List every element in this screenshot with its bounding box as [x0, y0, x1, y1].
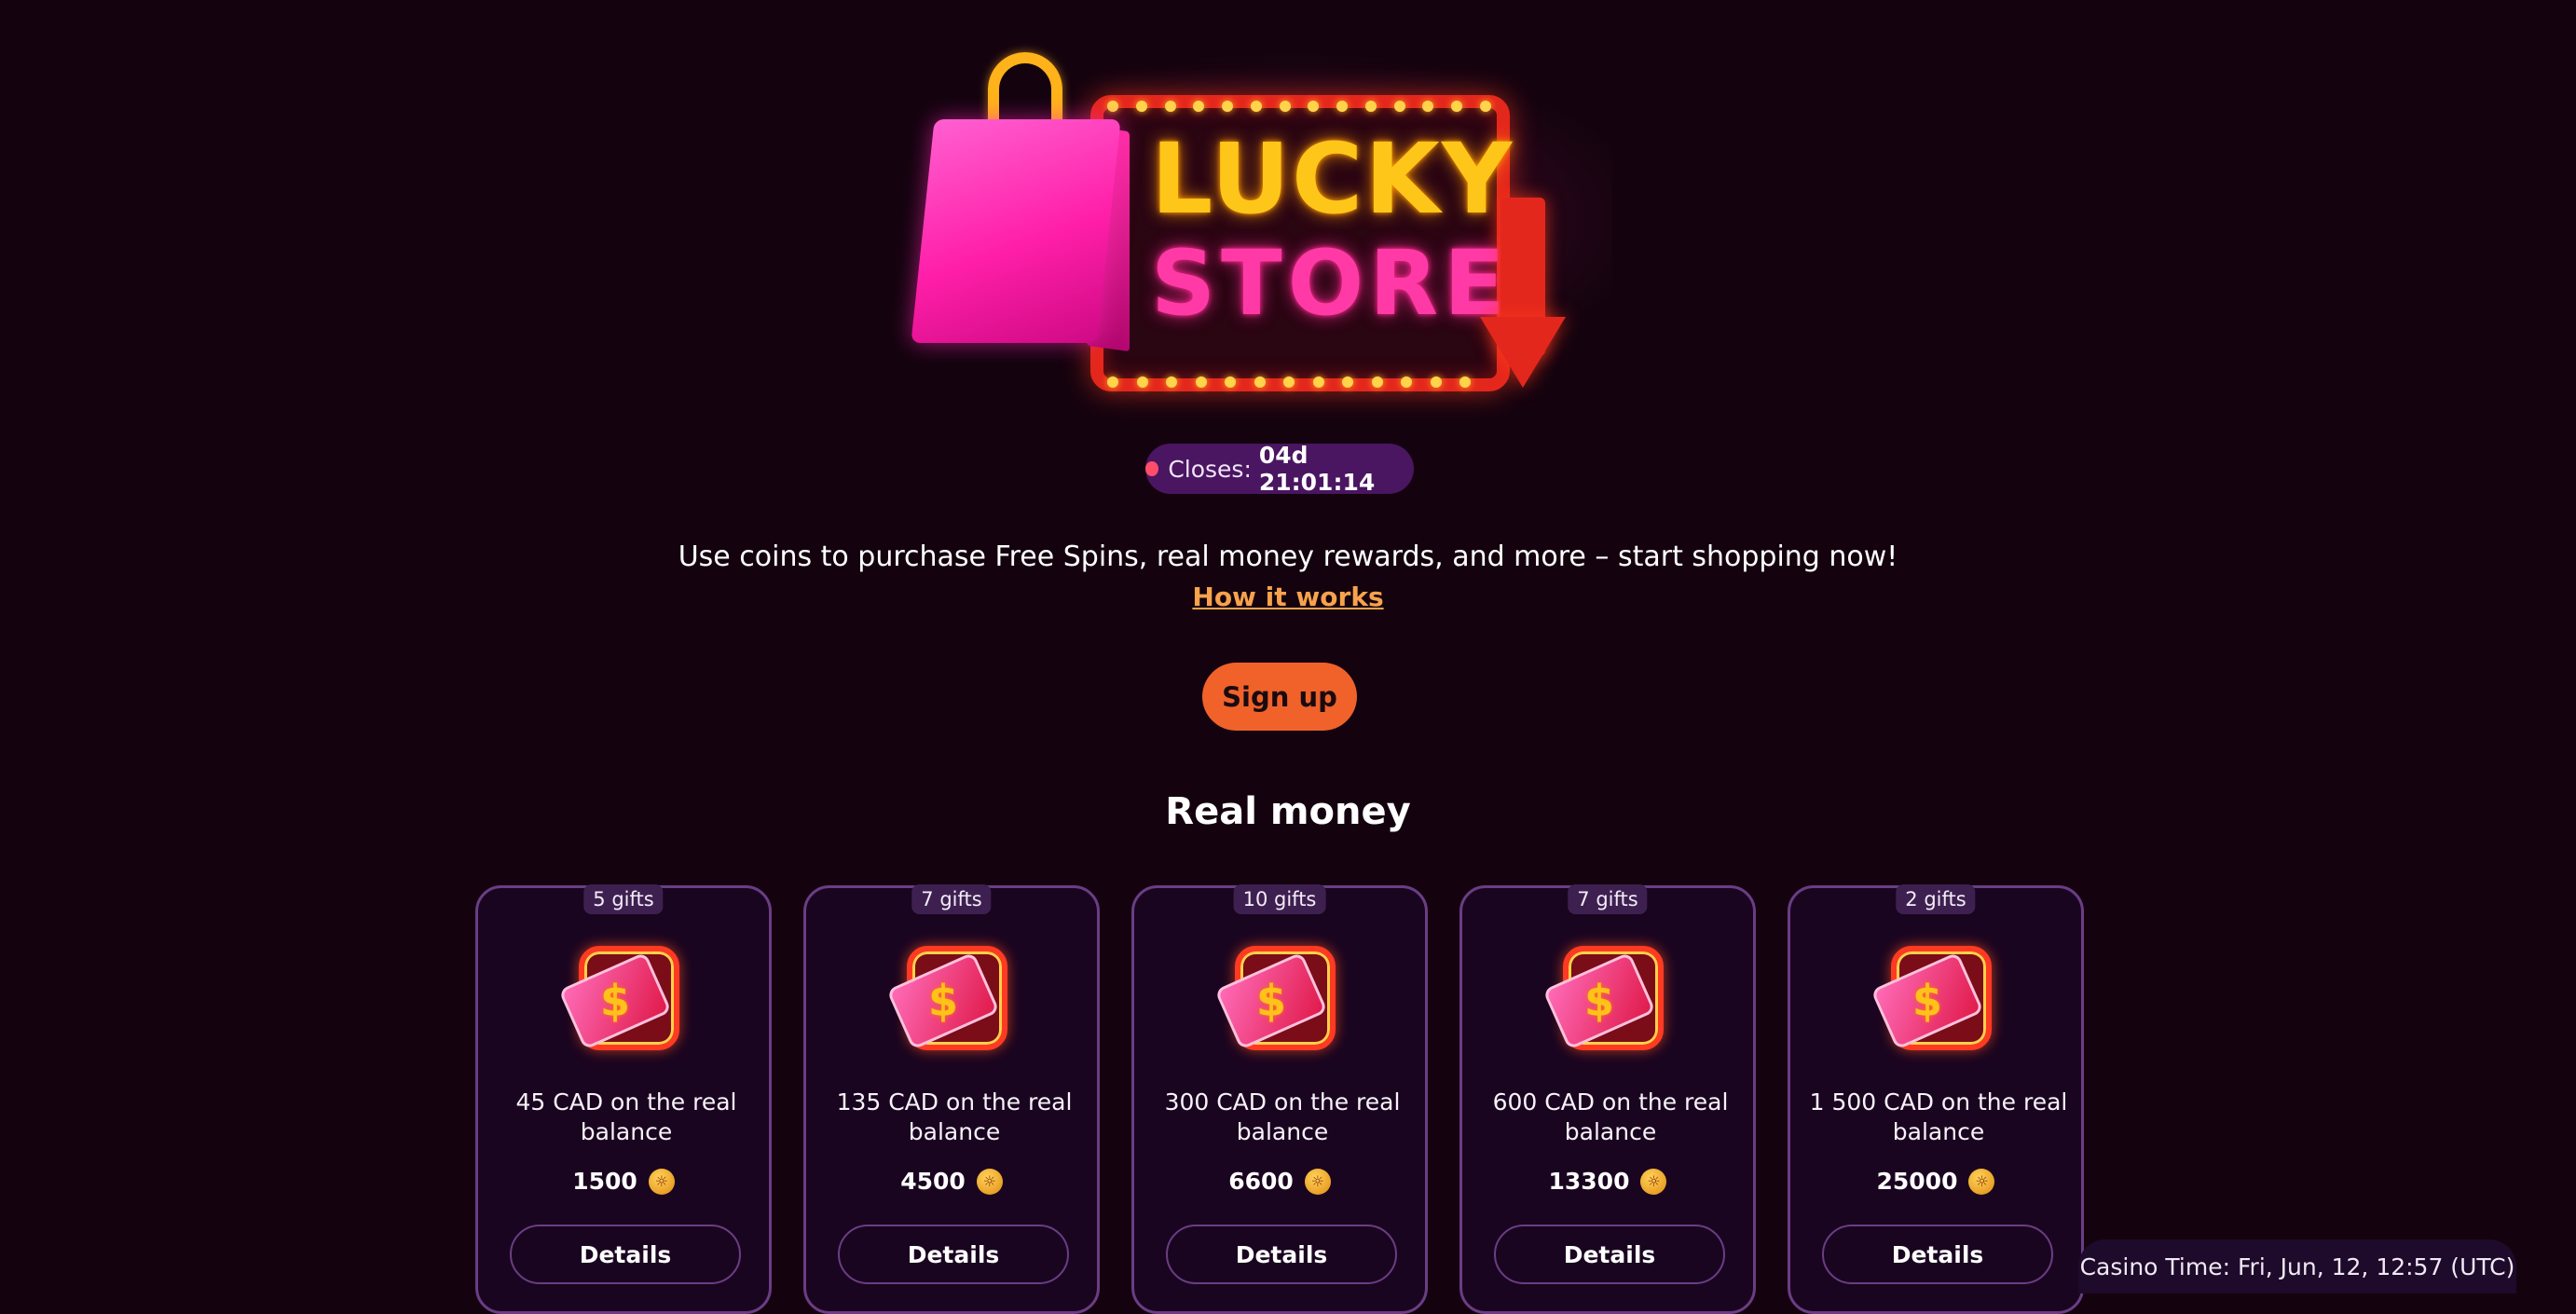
price-value: 25000 — [1876, 1168, 1958, 1195]
reward-price: 6600 ☼ — [1134, 1168, 1425, 1195]
price-value: 13300 — [1548, 1168, 1630, 1195]
how-it-works-link[interactable]: How it works — [1192, 582, 1383, 612]
coin-icon: ☼ — [1640, 1168, 1667, 1195]
section-title-real-money: Real money — [1165, 790, 1411, 833]
details-button[interactable]: Details — [510, 1225, 741, 1284]
reward-title: 1 500 CAD on the real balance — [1809, 1088, 2068, 1145]
gifts-badge: 5 gifts — [583, 884, 664, 914]
reward-price: 1500 ☼ — [478, 1168, 769, 1195]
coin-icon: ☼ — [648, 1168, 675, 1195]
money-card-icon: $ — [886, 942, 1015, 1058]
lucky-store-logo: LUCKY STORE — [904, 37, 1612, 401]
details-button[interactable]: Details — [1494, 1225, 1725, 1284]
reward-card: 2 gifts $ 1 500 CAD on the real balance … — [1788, 884, 2084, 1314]
status-dot-icon — [1145, 461, 1159, 476]
closes-time: 04d 21:01:14 — [1258, 442, 1376, 496]
reward-card: 10 gifts $ 300 CAD on the real balance 6… — [1131, 884, 1428, 1314]
reward-card: 7 gifts $ 135 CAD on the real balance 45… — [803, 884, 1100, 1314]
logo-text-lucky: LUCKY — [1151, 122, 1514, 236]
reward-price: 25000 ☼ — [1790, 1168, 2081, 1195]
marquee-lights-top — [1107, 101, 1491, 112]
reward-title: 45 CAD on the real balance — [515, 1088, 737, 1145]
coin-icon: ☼ — [976, 1168, 1003, 1195]
real-money-cards: 5 gifts $ 45 CAD on the real balance 150… — [475, 884, 2086, 1314]
price-value: 1500 — [572, 1168, 637, 1195]
gifts-badge: 7 gifts — [1568, 884, 1648, 914]
gifts-badge: 7 gifts — [911, 884, 992, 914]
gifts-badge: 10 gifts — [1233, 884, 1326, 914]
sign-up-button[interactable]: Sign up — [1202, 663, 1357, 731]
price-value: 4500 — [900, 1168, 966, 1195]
money-card-icon: $ — [1870, 942, 1999, 1058]
marquee-lights-bottom — [1107, 376, 1471, 388]
coin-icon: ☼ — [1304, 1168, 1331, 1195]
details-button[interactable]: Details — [1166, 1225, 1397, 1284]
store-description: Use coins to purchase Free Spins, real m… — [678, 541, 1898, 573]
money-card-icon: $ — [558, 942, 687, 1058]
reward-title: 300 CAD on the real balance — [1164, 1088, 1401, 1145]
reward-title: 135 CAD on the real balance — [836, 1088, 1073, 1145]
price-value: 6600 — [1228, 1168, 1294, 1195]
closes-label: Closes: — [1168, 455, 1252, 483]
how-it-works-container: How it works — [0, 582, 2576, 612]
gifts-badge: 2 gifts — [1896, 884, 1976, 914]
logo-text-store: STORE — [1151, 231, 1511, 335]
reward-card: 7 gifts $ 600 CAD on the real balance 13… — [1459, 884, 1756, 1314]
reward-price: 13300 ☼ — [1462, 1168, 1753, 1195]
reward-title: 600 CAD on the real balance — [1492, 1088, 1729, 1145]
logo-text: LUCKY STORE — [1151, 122, 1514, 335]
shopping-bag-icon — [911, 119, 1121, 343]
closes-countdown-pill: Closes: 04d 21:01:14 — [1145, 442, 1414, 496]
money-card-icon: $ — [1214, 942, 1343, 1058]
coin-icon: ☼ — [1968, 1168, 1995, 1195]
details-button[interactable]: Details — [838, 1225, 1069, 1284]
money-card-icon: $ — [1542, 942, 1671, 1058]
reward-price: 4500 ☼ — [806, 1168, 1097, 1195]
down-arrow-head-icon — [1480, 317, 1566, 388]
reward-card: 5 gifts $ 45 CAD on the real balance 150… — [475, 884, 772, 1314]
details-button[interactable]: Details — [1822, 1225, 2053, 1284]
casino-time-badge: Casino Time: Fri, Jun, 12, 12:57 (UTC) — [2078, 1239, 2516, 1293]
